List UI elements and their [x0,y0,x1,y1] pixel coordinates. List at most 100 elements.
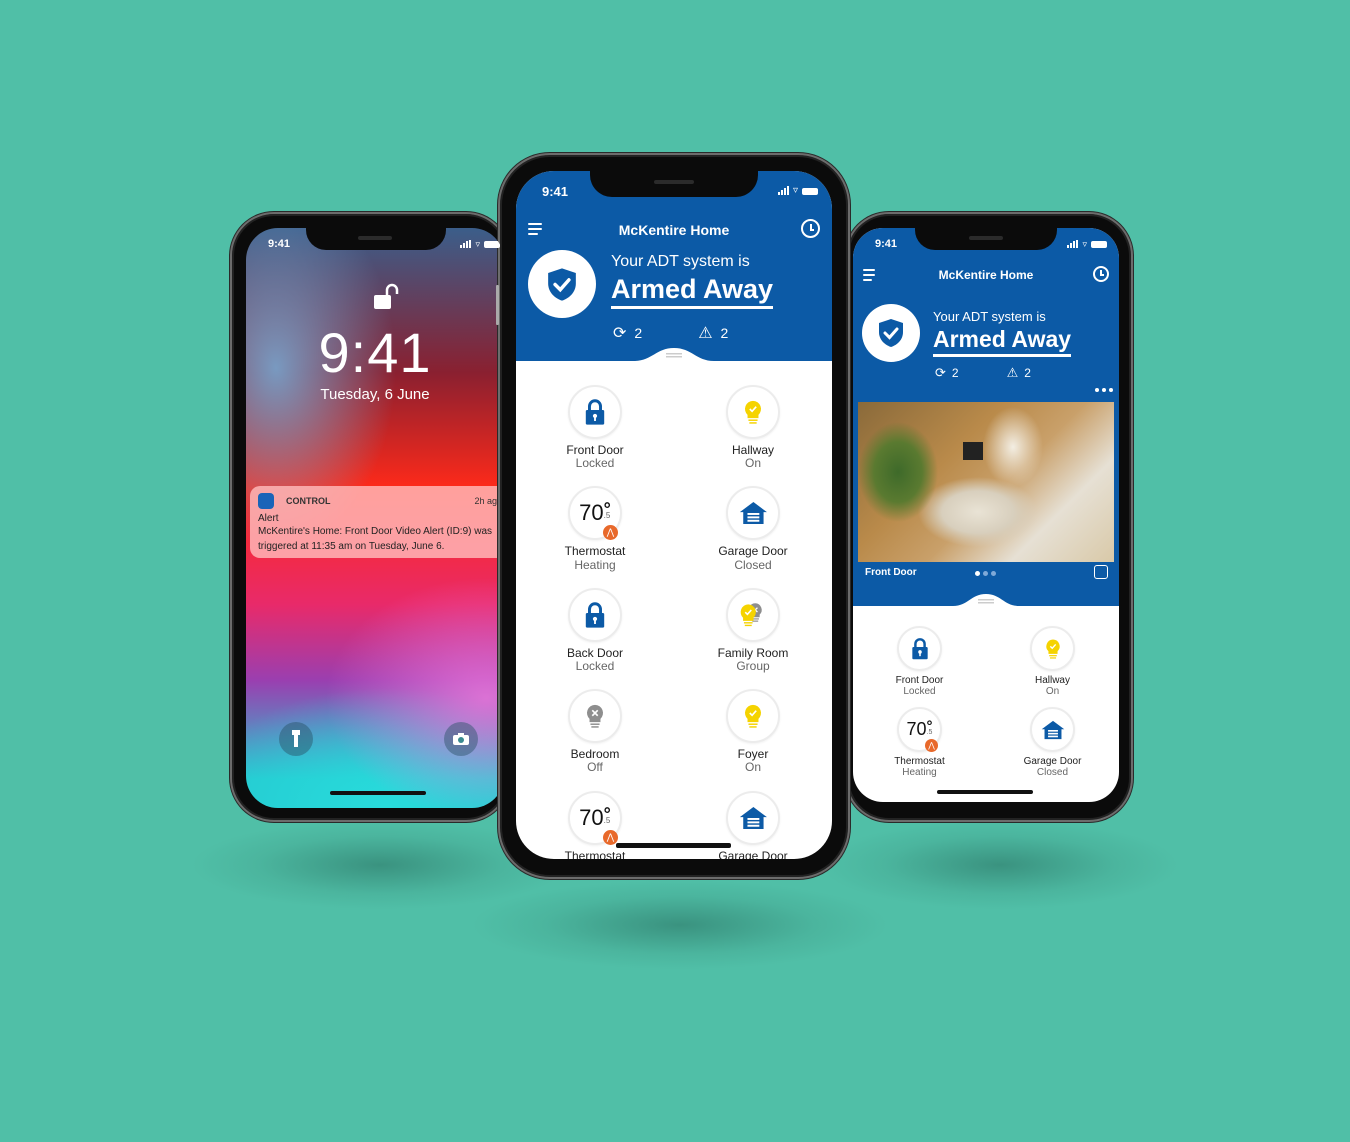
device-icon-circle[interactable] [897,626,942,671]
camera-icon [453,733,469,745]
device-tile[interactable]: Back Door Locked [516,587,674,673]
heating-flame-icon: ⋀ [603,829,618,845]
device-tile[interactable]: Family Room Group [674,587,832,673]
history-clock-icon[interactable] [801,219,820,238]
device-tile[interactable]: 70 ° .5 ⋀ Thermostat Heating [516,486,674,571]
device-name: Family Room [717,645,789,660]
device-icon-circle[interactable]: 70 ° .5 ⋀ [568,790,622,845]
notch [590,171,758,197]
device-tile[interactable]: Front Door Locked [516,385,674,470]
pull-handle[interactable] [853,592,1119,622]
shield-check-icon [879,319,903,347]
device-icon-circle[interactable] [726,587,780,642]
device-state: On [1045,686,1060,697]
device-icon-circle[interactable] [726,689,780,744]
device-icon-circle[interactable]: 70 ° .5 ⋀ [897,707,942,752]
shield-check-icon [548,267,576,301]
sync-count[interactable]: ⟳ 2 [613,323,642,343]
flashlight-button[interactable] [279,722,313,756]
camera-feed[interactable] [858,402,1114,562]
device-tile[interactable]: Garage Door Closed [986,707,1119,778]
armed-status-badge[interactable] [528,250,596,318]
home-indicator[interactable] [937,790,1033,794]
notification-card[interactable]: CONTROL 2h ago Alert McKentire's Home: F… [250,486,504,558]
device-tile[interactable]: Garage Door Closed [674,486,832,571]
camera-button[interactable] [444,722,478,756]
bulb-on-icon [745,400,761,424]
sync-icon: ⟳ [613,325,627,342]
device-icon-circle[interactable] [1030,626,1075,671]
device-tile[interactable]: Front Door Locked [853,626,986,697]
device-tile[interactable]: Hallway On [674,385,832,470]
camera-label: Front Door [865,567,917,578]
history-clock-icon[interactable] [1093,266,1109,282]
notch [915,228,1057,250]
device-grid: Front Door Locked Hallway On 70 ° .5 ⋀ T… [516,385,832,859]
status-icons: ▿ [777,185,818,196]
home-indicator[interactable] [330,791,426,795]
device-icon-circle[interactable] [568,689,622,744]
lock-screen: 9:41 ▿ 9:41 Tuesday, 6 June CONTROL 2h a… [246,228,504,808]
device-name: Thermostat [564,848,626,859]
camera-image-detail [963,442,983,460]
heating-flame-icon: ⋀ [925,739,938,752]
lock-icon [585,399,605,425]
device-tile[interactable]: 70 ° .5 ⋀ Thermostat Heating [516,790,674,859]
device-tile[interactable]: Foyer On [674,689,832,774]
camera-caption-bar: Front Door [858,562,1114,584]
device-name: Back Door [566,645,624,660]
device-name: Garage Door [718,848,788,859]
wifi-icon: ▿ [792,185,798,196]
device-tile[interactable]: Hallway On [986,626,1119,697]
unlock-icon [374,283,399,309]
thermostat-reading: 70 ° .5 [906,719,932,740]
expand-icon[interactable] [1094,565,1108,579]
armed-status-badge[interactable] [862,304,920,362]
device-name: Hallway [1034,675,1070,686]
phone-shadow [820,820,1180,910]
side-button [496,285,499,325]
device-tile[interactable]: Bedroom Off [516,689,674,774]
header-title: McKentire Home [618,222,730,238]
temperature-decimal: .5 [603,815,611,825]
bulb-off-icon [587,704,603,728]
arming-state[interactable]: Armed Away [933,326,1072,357]
device-state: Closed [734,557,772,572]
device-icon-circle[interactable] [726,790,780,845]
sync-count[interactable]: ⟳ 2 [935,365,959,381]
more-options-icon[interactable] [1095,388,1113,392]
alert-count[interactable]: ⚠ 2 [1007,365,1031,381]
device-icon-circle[interactable] [726,486,780,541]
device-tile[interactable]: Garage Door Closed [674,790,832,859]
notification-title: Alert [258,513,279,524]
battery-icon [802,188,818,195]
device-icon-circle[interactable]: 70 ° .5 ⋀ [568,486,622,541]
device-tile[interactable]: 70 ° .5 ⋀ Thermostat Heating [853,707,986,778]
wifi-icon: ▿ [1082,239,1087,249]
device-icon-circle[interactable] [726,385,780,439]
battery-icon [1091,241,1107,248]
bulb-group-icon [741,602,763,626]
lock-time: 9:41 [318,321,432,384]
status-time: 9:41 [268,238,291,250]
device-state: Heating [902,767,937,778]
device-icon-circle[interactable] [1030,707,1075,752]
lock-date: Tuesday, 6 June [320,386,430,403]
system-line: Your ADT system is [611,253,750,270]
device-state: Group [736,658,770,673]
temperature-decimal: .5 [603,511,611,521]
pull-handle[interactable] [516,345,832,375]
arming-state[interactable]: Armed Away [611,274,774,309]
device-state: Closed [1036,767,1069,778]
device-icon-circle[interactable] [568,385,622,439]
device-icon-circle[interactable] [568,587,622,642]
temperature-value: 70 [906,719,927,739]
alert-count[interactable]: ⚠ 2 [698,323,728,343]
speaker [969,236,1003,240]
lock-icon [585,602,605,628]
notch [306,228,446,250]
camera-page-dots[interactable] [975,571,996,576]
wifi-icon: ▿ [475,239,480,249]
device-state: On [744,760,761,775]
home-indicator[interactable] [616,843,731,848]
